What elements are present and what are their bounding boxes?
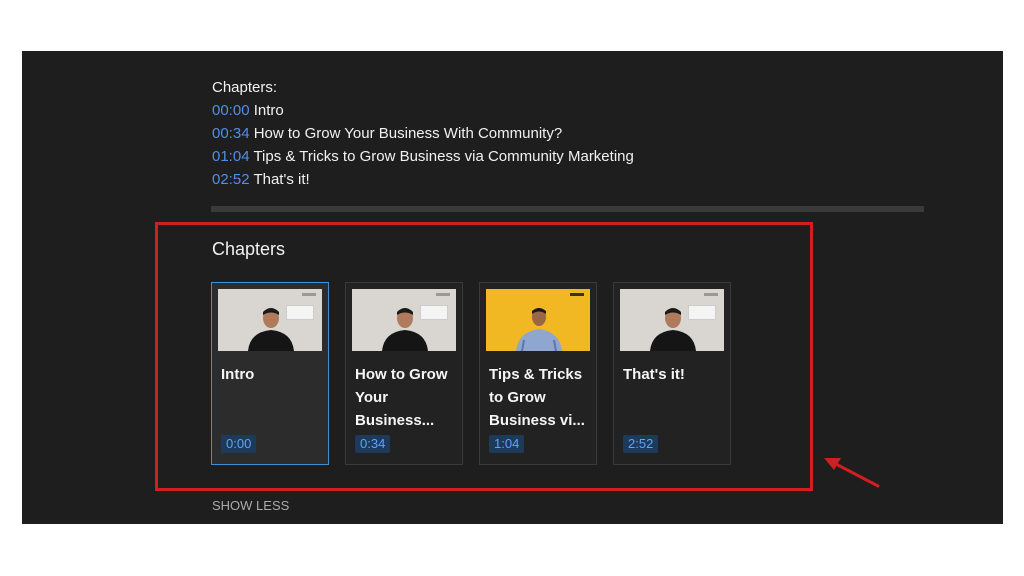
- red-arrow-icon: [824, 458, 880, 488]
